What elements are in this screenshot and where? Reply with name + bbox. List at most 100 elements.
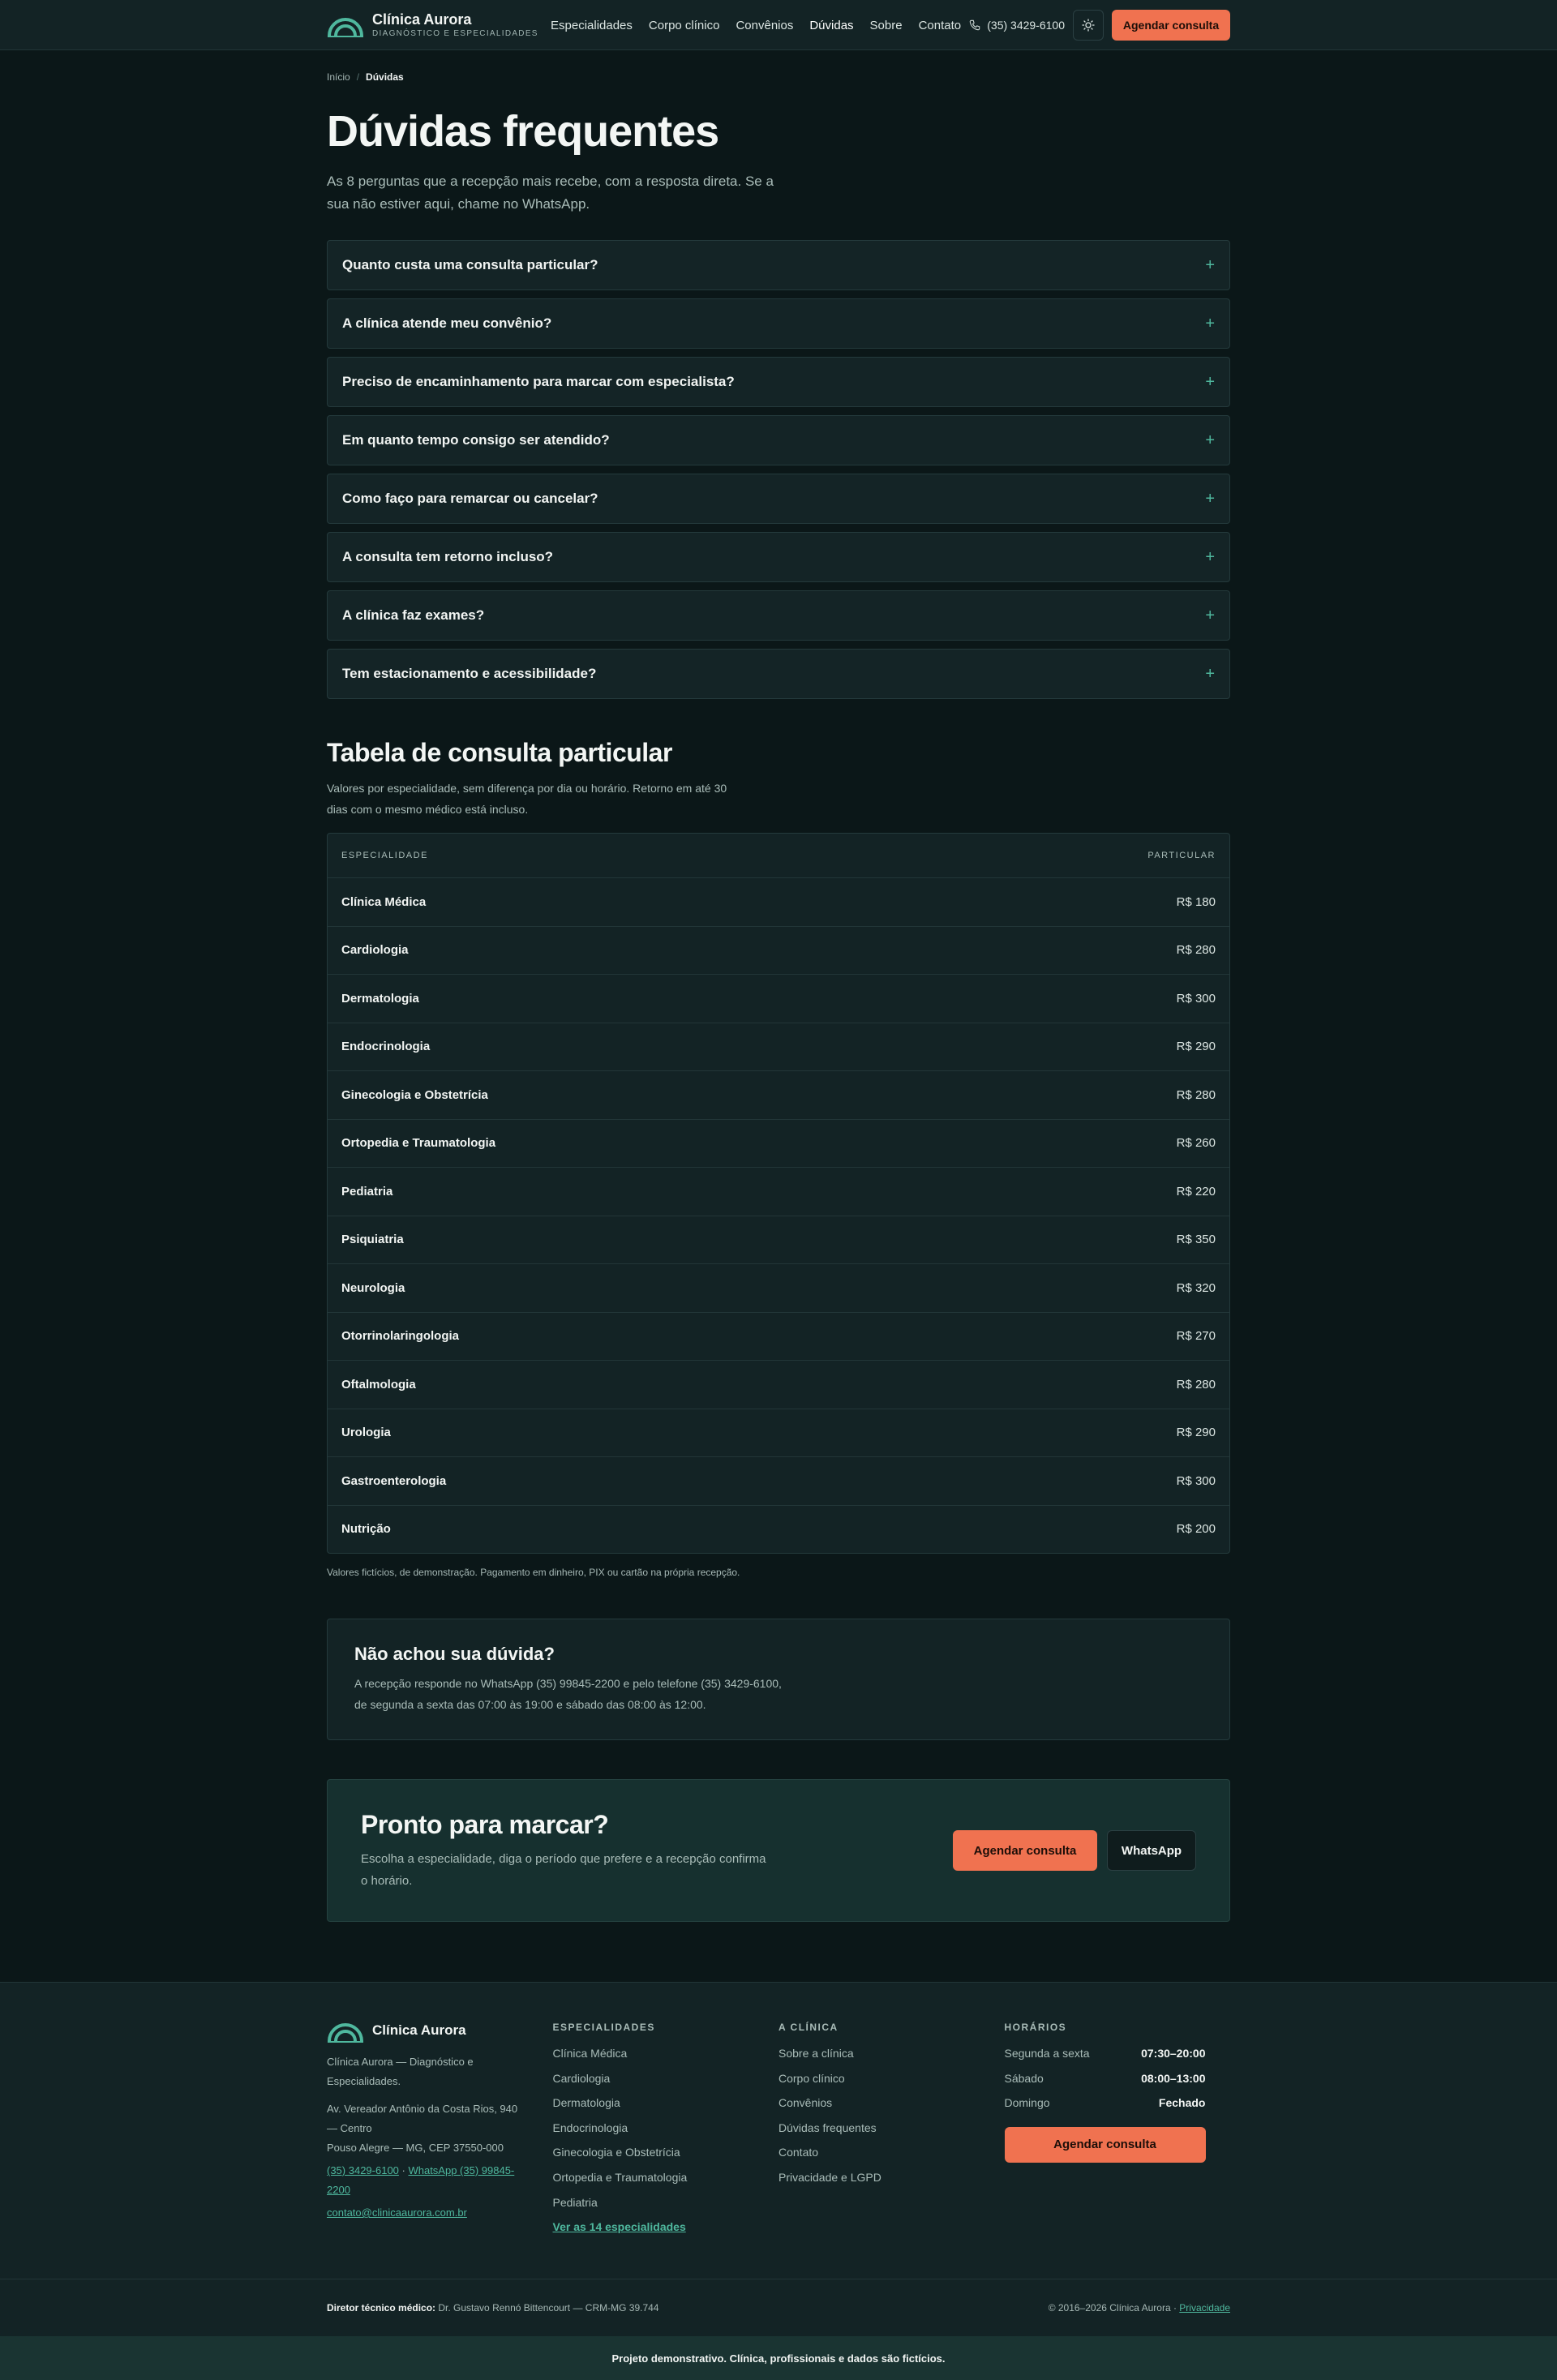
- table-row: Dermatologia R$ 300: [328, 974, 1229, 1023]
- table-row: Nutrição R$ 200: [328, 1504, 1229, 1554]
- row-price: R$ 350: [1176, 1233, 1216, 1247]
- row-specialty: Endocrinologia: [341, 1040, 431, 1054]
- breadcrumb-separator: /: [356, 71, 360, 83]
- footer-clinic-title: A CLÍNICA: [778, 2022, 839, 2033]
- plus-icon: +: [1205, 665, 1215, 683]
- footer-link[interactable]: Dermatologia: [553, 2091, 779, 2116]
- faq-item[interactable]: A consulta tem retorno incluso? +: [327, 532, 1230, 582]
- nav-convenios[interactable]: Convênios: [736, 19, 793, 32]
- nav-especialidades[interactable]: Especialidades: [551, 19, 633, 32]
- plus-icon: +: [1205, 548, 1215, 566]
- aurora-logo-icon: [328, 2023, 363, 2043]
- table-row: Gastroenterologia R$ 300: [328, 1456, 1229, 1505]
- footer-bottom-bar: Diretor técnico médico: Dr. Gustavo Renn…: [0, 2279, 1557, 2335]
- row-specialty: Clínica Médica: [341, 894, 427, 909]
- ready-whatsapp-button[interactable]: WhatsApp: [1107, 1830, 1196, 1871]
- theme-toggle-button[interactable]: [1073, 10, 1104, 41]
- footer-link[interactable]: Sobre a clínica: [778, 2041, 1005, 2066]
- faq-item[interactable]: A clínica atende meu convênio? +: [327, 298, 1230, 349]
- plus-icon: +: [1205, 607, 1215, 624]
- faq-item[interactable]: Quanto custa uma consulta particular? +: [327, 240, 1230, 290]
- footer-address: Av. Vereador Antônio da Costa Rios, 940 …: [327, 2099, 530, 2158]
- footer-link[interactable]: Contato: [778, 2140, 1005, 2165]
- footer-address-line1: Av. Vereador Antônio da Costa Rios, 940 …: [327, 2103, 518, 2134]
- row-price: R$ 300: [1176, 991, 1216, 1006]
- faq-question: A consulta tem retorno incluso?: [342, 549, 554, 564]
- faq-question: Em quanto tempo consigo ser atendido?: [342, 432, 610, 448]
- row-specialty: Otorrinolaringologia: [341, 1329, 459, 1344]
- aurora-logo-icon: [328, 18, 363, 37]
- breadcrumb-home[interactable]: Início: [327, 71, 350, 83]
- row-price: R$ 290: [1176, 1040, 1216, 1054]
- header-phone-number: (35) 3429-6100: [987, 19, 1065, 32]
- footer-link[interactable]: Convênios: [778, 2091, 1005, 2116]
- footer-link[interactable]: Corpo clínico: [778, 2066, 1005, 2091]
- price-table: ESPECIALIDADE PARTICULAR Clínica Médica R…: [327, 833, 1230, 1554]
- faq-item[interactable]: Preciso de encaminhamento para marcar co…: [327, 357, 1230, 407]
- site-footer: Clínica Aurora Clínica Aurora — Diagnóst…: [0, 1982, 1557, 2380]
- footer-schedule-button[interactable]: Agendar consulta: [1004, 2126, 1206, 2163]
- director-label: Diretor técnico médico:: [327, 2302, 436, 2314]
- footer-all-specialties-link[interactable]: Ver as 14 especialidades: [553, 2215, 779, 2240]
- footer-link[interactable]: Pediatria: [553, 2190, 779, 2215]
- table-row: Ginecologia e Obstetrícia R$ 280: [328, 1070, 1229, 1119]
- row-price: R$ 320: [1176, 1280, 1216, 1295]
- main-content: Início / Dúvidas Dúvidas frequentes As 8…: [327, 71, 1230, 1922]
- footer-address-line2: Pouso Alegre — MG, CEP 37550-000: [327, 2142, 504, 2154]
- nav-sobre[interactable]: Sobre: [870, 19, 903, 32]
- footer-clinic-list: Sobre a clínica Corpo clínico Convênios …: [778, 2041, 1005, 2190]
- row-specialty: Ginecologia e Obstetrícia: [341, 1087, 488, 1102]
- footer-email-link[interactable]: contato@clinicaaurora.com.br: [327, 2206, 467, 2219]
- main-nav: Especialidades Corpo clínico Convênios D…: [551, 19, 961, 32]
- row-price: R$ 300: [1176, 1473, 1216, 1488]
- faq-item[interactable]: Tem estacionamento e acessibilidade? +: [327, 649, 1230, 699]
- prices-subtitle: Valores por especialidade, sem diferença…: [327, 782, 727, 816]
- nav-contato[interactable]: Contato: [919, 19, 962, 32]
- brand-logo-link[interactable]: Clínica Aurora DIAGNÓSTICO E ESPECIALIDA…: [327, 11, 551, 39]
- row-specialty: Gastroenterologia: [341, 1473, 447, 1488]
- brand-name: Clínica Aurora: [372, 11, 472, 28]
- nav-corpo-clinico[interactable]: Corpo clínico: [649, 19, 720, 32]
- footer-link[interactable]: Clínica Médica: [553, 2041, 779, 2066]
- plus-icon: +: [1205, 256, 1215, 274]
- faq-item[interactable]: A clínica faz exames? +: [327, 590, 1230, 641]
- faq-question: Tem estacionamento e acessibilidade?: [342, 666, 597, 681]
- footer-link[interactable]: Dúvidas frequentes: [778, 2116, 1005, 2141]
- help-text: A recepção responde no WhatsApp (35) 998…: [354, 1677, 782, 1711]
- footer-link[interactable]: Endocrinologia: [553, 2116, 779, 2141]
- faq-item[interactable]: Em quanto tempo consigo ser atendido? +: [327, 415, 1230, 465]
- demo-notice-bar: Projeto demonstrativo. Clínica, profissi…: [0, 2336, 1557, 2380]
- footer-phone-link[interactable]: (35) 3429-6100: [327, 2164, 399, 2176]
- director-name: Dr. Gustavo Rennó Bittencourt — CRM-MG 3…: [438, 2302, 659, 2314]
- col-particular: PARTICULAR: [1147, 851, 1216, 860]
- prices-title: Tabela de consulta particular: [327, 738, 672, 767]
- row-specialty: Psiquiatria: [341, 1233, 404, 1247]
- row-price: R$ 280: [1176, 943, 1216, 958]
- row-specialty: Neurologia: [341, 1280, 405, 1295]
- ready-schedule-button[interactable]: Agendar consulta: [953, 1830, 1097, 1871]
- footer-brand-name: Clínica Aurora: [372, 2022, 466, 2038]
- table-row: Pediatria R$ 220: [328, 1167, 1229, 1216]
- footer-hours-title: HORÁRIOS: [1004, 2022, 1067, 2033]
- row-price: R$ 280: [1176, 1377, 1216, 1392]
- faq-item[interactable]: Como faço para remarcar ou cancelar? +: [327, 474, 1230, 524]
- plus-icon: +: [1205, 373, 1215, 391]
- row-specialty: Nutrição: [341, 1522, 391, 1537]
- faq-question: Como faço para remarcar ou cancelar?: [342, 491, 598, 506]
- row-specialty: Dermatologia: [341, 991, 419, 1006]
- footer-link[interactable]: Cardiologia: [553, 2066, 779, 2091]
- footer-link[interactable]: Ginecologia e Obstetrícia: [553, 2140, 779, 2165]
- row-price: R$ 270: [1176, 1329, 1216, 1344]
- sun-icon: [1082, 19, 1095, 32]
- ready-title: Pronto para marcar?: [361, 1809, 609, 1839]
- table-row: Otorrinolaringologia R$ 270: [328, 1311, 1229, 1361]
- help-title: Não achou sua dúvida?: [354, 1644, 555, 1664]
- header-schedule-button[interactable]: Agendar consulta: [1112, 10, 1230, 41]
- faq-question: Quanto custa uma consulta particular?: [342, 257, 598, 272]
- footer-link[interactable]: Ortopedia e Traumatologia: [553, 2165, 779, 2190]
- footer-privacy-link[interactable]: Privacidade: [1179, 2302, 1230, 2314]
- table-row: Neurologia R$ 320: [328, 1263, 1229, 1312]
- nav-duvidas[interactable]: Dúvidas: [809, 19, 853, 32]
- header-phone-link[interactable]: (35) 3429-6100: [969, 19, 1065, 32]
- footer-link[interactable]: Privacidade e LGPD: [778, 2165, 1005, 2190]
